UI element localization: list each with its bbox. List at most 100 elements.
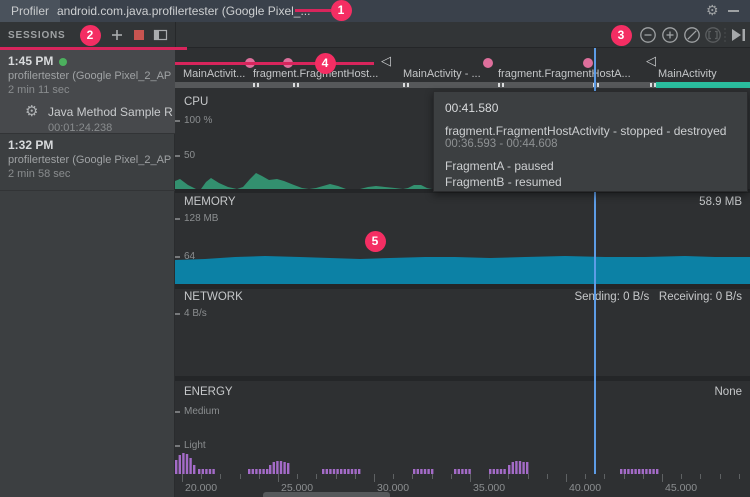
axis-minor-tick <box>393 474 394 479</box>
activity-state-tick <box>257 83 259 87</box>
tooltip-fragment-b: FragmentB - resumed <box>445 175 736 191</box>
window-title: android.com.java.profilertester (Google … <box>57 0 310 22</box>
minimize-icon[interactable] <box>728 10 739 12</box>
axis-major-tick <box>470 474 471 482</box>
activity-label: MainActivit... <box>183 68 245 80</box>
profiler-toolbar: SESSIONS <box>0 22 750 48</box>
network-receiving-value: Receiving: 0 B/s <box>659 291 742 303</box>
energy-bar <box>522 462 524 474</box>
axis-time-label: 45.000 <box>665 482 697 494</box>
axis-minor-tick <box>220 474 221 479</box>
axis-minor-tick <box>585 474 586 479</box>
rotation-event-icon: ◁ <box>381 53 391 69</box>
energy-bar <box>280 461 282 474</box>
activity-label: fragment.FragmentHostA... <box>498 68 631 80</box>
energy-bar <box>269 465 271 474</box>
energy-usage-chart[interactable] <box>175 381 750 474</box>
rotation-event-icon: ◁ <box>646 53 656 69</box>
activity-state-tick <box>403 83 405 87</box>
collapse-panel-icon[interactable] <box>155 31 167 40</box>
energy-bar <box>519 461 521 474</box>
activity-label: fragment.FragmentHost... <box>253 68 378 80</box>
memory-current-value: 58.9 MB <box>600 196 742 208</box>
memory-tick-128: 128 MB <box>184 213 218 224</box>
axis-time-label: 35.000 <box>473 482 505 494</box>
session-time: 1:45 PM <box>8 54 53 68</box>
new-session-button[interactable] <box>112 30 122 40</box>
tab-profiler[interactable]: Profiler <box>0 0 60 22</box>
axis-minor-tick <box>624 474 625 479</box>
network-section-title: NETWORK <box>184 291 243 303</box>
activity-state-tick <box>293 83 295 87</box>
activity-state-tick <box>650 83 652 87</box>
axis-minor-tick <box>681 474 682 479</box>
energy-bar <box>276 461 278 474</box>
axis-minor-tick <box>720 474 721 479</box>
activity-label: MainActivity <box>658 68 717 80</box>
session-separator <box>0 190 175 191</box>
energy-bar <box>508 465 510 474</box>
activity-state-tick <box>502 83 504 87</box>
axis-dash <box>175 218 180 220</box>
axis-minor-tick <box>316 474 317 479</box>
sessions-panel: 1:45 PM profilertester (Google Pixel_2_A… <box>0 48 175 497</box>
section-separator <box>175 284 750 289</box>
zoom-to-selection-button[interactable] <box>706 28 720 42</box>
settings-gear-icon[interactable]: ⚙ <box>706 2 719 19</box>
activity-state-tick <box>407 83 409 87</box>
energy-bar <box>189 458 191 474</box>
activity-state-tick <box>253 83 255 87</box>
axis-minor-tick <box>508 474 509 479</box>
memory-section-title: MEMORY <box>184 196 236 208</box>
horizontal-scrollbar-thumb[interactable] <box>263 492 390 497</box>
reset-zoom-button[interactable] <box>685 28 699 42</box>
axis-minor-tick <box>201 474 202 479</box>
window-titlebar: Profiler android.com.java.profilertester… <box>0 0 750 22</box>
panel-divider <box>175 22 176 48</box>
activity-label: MainActivity - ... <box>403 68 481 80</box>
session-time: 1:32 PM <box>8 138 53 152</box>
activity-state-tick <box>498 83 500 87</box>
session-item-previous[interactable]: 1:32 PM profilertester (Google Pixel_2_A… <box>0 134 175 190</box>
tooltip-fragment-a: FragmentA - paused <box>445 159 736 175</box>
event-tooltip: 00:41.580 fragment.FragmentHostActivity … <box>433 91 748 192</box>
annotation-badge-3: 3 <box>611 25 632 46</box>
energy-bar <box>512 462 514 474</box>
activity-state-tick <box>654 83 656 87</box>
axis-minor-tick <box>547 474 548 479</box>
cpu-recording-icon: ⚙ <box>25 102 38 120</box>
axis-minor-tick <box>489 474 490 479</box>
artifact-label: Java Method Sample Re... <box>48 105 173 119</box>
tooltip-event: fragment.FragmentHostActivity - stopped … <box>445 124 736 138</box>
axis-minor-tick <box>604 474 605 479</box>
stop-session-button[interactable] <box>134 30 144 40</box>
axis-dash <box>175 313 180 315</box>
zoom-out-button[interactable] <box>641 28 655 42</box>
axis-major-tick <box>566 474 567 482</box>
activity-live-segment <box>656 82 750 88</box>
go-live-button[interactable] <box>732 29 745 41</box>
axis-major-tick <box>662 474 663 482</box>
energy-bar <box>515 461 517 474</box>
energy-bar <box>273 462 275 474</box>
annotation-line <box>0 47 187 50</box>
session-duration: 2 min 11 sec <box>8 84 70 96</box>
session-device: profilertester (Google Pixel_2_API... <box>8 154 171 166</box>
touch-event-dot <box>583 58 593 68</box>
axis-major-tick <box>182 474 183 482</box>
axis-minor-tick <box>643 474 644 479</box>
tooltip-time: 00:41.580 <box>445 101 736 115</box>
zoom-in-button[interactable] <box>663 28 677 42</box>
profiler-window: Profiler android.com.java.profilertester… <box>0 0 750 497</box>
axis-minor-tick <box>355 474 356 479</box>
axis-minor-tick <box>297 474 298 479</box>
energy-bar <box>179 455 181 474</box>
energy-bar <box>186 454 188 474</box>
energy-bar <box>287 463 289 474</box>
activity-state-tick <box>597 83 599 87</box>
annotation-line <box>175 62 374 65</box>
axis-minor-tick <box>528 474 529 479</box>
session-device: profilertester (Google Pixel_2_API... <box>8 70 171 82</box>
axis-minor-tick <box>259 474 260 479</box>
timeline-axis: 20.00025.00030.00035.00040.00045.000 <box>175 474 750 497</box>
